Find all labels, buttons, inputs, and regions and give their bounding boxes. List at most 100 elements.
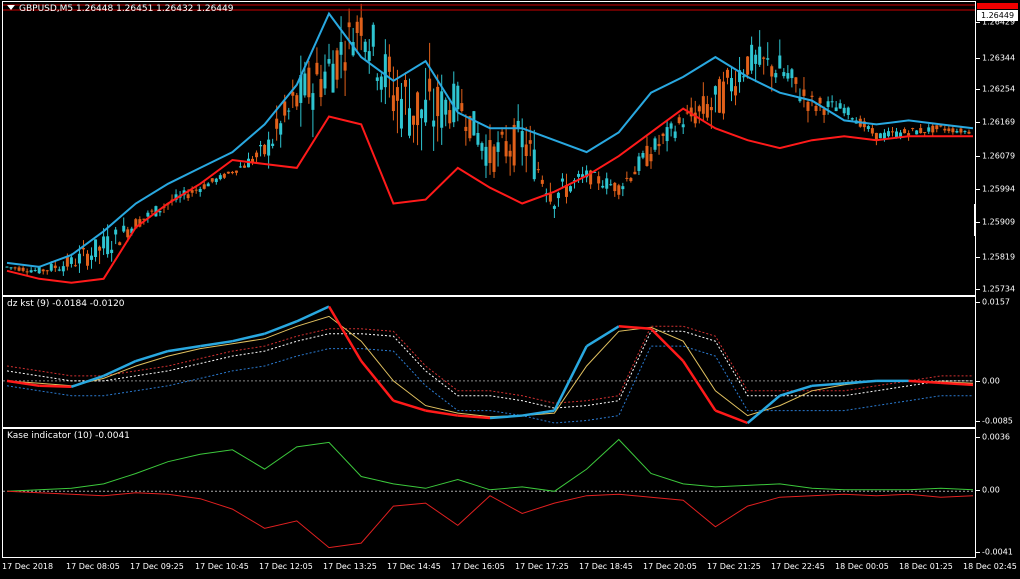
candle-body bbox=[818, 97, 822, 104]
candle-body bbox=[842, 107, 846, 114]
price-chart-panel[interactable]: GBPUSD,M5 1.26448 1.26451 1.26432 1.2644… bbox=[2, 1, 976, 296]
candle-body bbox=[428, 78, 432, 92]
candle-body bbox=[806, 101, 810, 111]
candle-body bbox=[778, 55, 782, 69]
candle-body bbox=[492, 146, 496, 172]
y-tick bbox=[976, 189, 980, 190]
kst-line-segment bbox=[425, 409, 458, 417]
time-tick-label: 17 Dec 17:25 bbox=[515, 562, 569, 571]
candle-body bbox=[814, 105, 818, 112]
candle-body bbox=[713, 86, 717, 95]
candle-body bbox=[891, 131, 894, 133]
kst-indicator-panel[interactable]: dz kst (9) -0.0184 -0.0120 bbox=[2, 296, 976, 428]
candle-body bbox=[287, 110, 291, 112]
time-tick-label: 17 Dec 22:45 bbox=[771, 562, 825, 571]
time-tick-label: 17 Dec 10:45 bbox=[195, 562, 249, 571]
candle-body bbox=[762, 57, 766, 59]
candle-body bbox=[408, 108, 411, 136]
candle-body bbox=[794, 77, 798, 84]
candle-body bbox=[637, 156, 641, 171]
candle-body bbox=[834, 107, 838, 112]
y-tick-label: 1.26344 bbox=[982, 53, 1016, 63]
time-tick-label: 17 Dec 14:45 bbox=[387, 562, 441, 571]
y-tick-label: 1.26429 bbox=[982, 17, 1016, 27]
candle-body bbox=[609, 184, 613, 186]
price-panel-title: GBPUSD,M5 1.26448 1.26451 1.26432 1.2644… bbox=[7, 4, 233, 14]
candle-body bbox=[61, 266, 65, 272]
candle-body bbox=[263, 144, 267, 155]
candle-body bbox=[412, 115, 416, 125]
kst-line-segment bbox=[264, 320, 298, 335]
candle-body bbox=[508, 150, 512, 157]
candle-body bbox=[725, 69, 729, 78]
candle-body bbox=[617, 185, 621, 195]
candle-body bbox=[416, 92, 420, 126]
candle-body bbox=[271, 143, 275, 147]
y-tick-label: 1.25909 bbox=[982, 217, 1016, 227]
candle-body bbox=[870, 128, 874, 134]
candle-body bbox=[943, 128, 947, 131]
kase-axis: 0.0036 0.00 -0.0041 bbox=[976, 428, 1020, 558]
candle-body bbox=[234, 170, 238, 173]
candle-body bbox=[114, 229, 118, 235]
candle-body bbox=[90, 255, 94, 260]
y-tick-label: 1.26079 bbox=[982, 151, 1016, 161]
candle-body bbox=[605, 178, 609, 189]
kase-chart-svg bbox=[3, 438, 975, 549]
kst-line-segment bbox=[39, 384, 72, 389]
y-tick bbox=[976, 257, 980, 258]
candle-body bbox=[866, 126, 870, 129]
candle-body bbox=[560, 178, 564, 182]
candle-body bbox=[705, 104, 709, 118]
candle-body bbox=[9, 267, 13, 269]
y-tick bbox=[976, 552, 980, 553]
candle-body bbox=[436, 86, 440, 117]
y-tick bbox=[976, 222, 980, 223]
candle-body bbox=[242, 165, 246, 168]
kst-line-segment bbox=[489, 414, 523, 420]
y-tick bbox=[976, 437, 980, 438]
y-tick-label: 0.00 bbox=[982, 485, 1000, 495]
candle-body bbox=[150, 210, 154, 212]
y-tick bbox=[976, 421, 980, 422]
candle-body bbox=[673, 131, 677, 138]
candle-body bbox=[126, 229, 130, 238]
candle-body bbox=[222, 173, 226, 178]
candle-body bbox=[597, 176, 601, 184]
candle-body bbox=[621, 186, 625, 190]
kst-line-segment bbox=[844, 379, 877, 385]
candle-body bbox=[347, 22, 351, 28]
y-tick bbox=[976, 156, 980, 157]
candle-body bbox=[198, 188, 202, 192]
y-tick-label: -0.0085 bbox=[982, 416, 1013, 426]
candle-body bbox=[343, 62, 347, 71]
time-tick-label: 17 Dec 13:25 bbox=[323, 562, 377, 571]
candle-body bbox=[41, 269, 45, 272]
price-axis: 1.26449 1.26429 1.26344 1.26254 1.26169 1.26… bbox=[976, 1, 1020, 296]
candle-body bbox=[53, 265, 57, 269]
candle-body bbox=[432, 120, 436, 127]
candle-body bbox=[629, 178, 633, 182]
time-tick-label: 17 Dec 21:25 bbox=[707, 562, 761, 571]
candle-body bbox=[375, 77, 379, 81]
candle-body bbox=[556, 192, 560, 199]
candle-body bbox=[951, 128, 955, 133]
candle-body bbox=[641, 153, 645, 158]
candle-body bbox=[275, 118, 279, 129]
kase-indicator-panel[interactable]: Kase indicator (10) -0.0041 bbox=[2, 428, 976, 558]
candle-body bbox=[49, 263, 53, 271]
time-axis: 17 Dec 2018 17 Dec 08:05 17 Dec 09:25 17 De… bbox=[0, 558, 1020, 579]
candle-body bbox=[504, 141, 508, 157]
y-tick bbox=[976, 58, 980, 59]
candle-body bbox=[13, 267, 17, 269]
candles bbox=[5, 3, 971, 276]
candle-body bbox=[653, 138, 657, 150]
time-tick-label: 17 Dec 18:45 bbox=[579, 562, 633, 571]
candle-body bbox=[677, 117, 681, 124]
y-tick bbox=[976, 89, 980, 90]
candle-body bbox=[601, 185, 605, 188]
candle-body bbox=[118, 242, 122, 246]
candle-body bbox=[826, 101, 830, 107]
candle-body bbox=[750, 44, 754, 71]
candle-body bbox=[186, 194, 190, 199]
